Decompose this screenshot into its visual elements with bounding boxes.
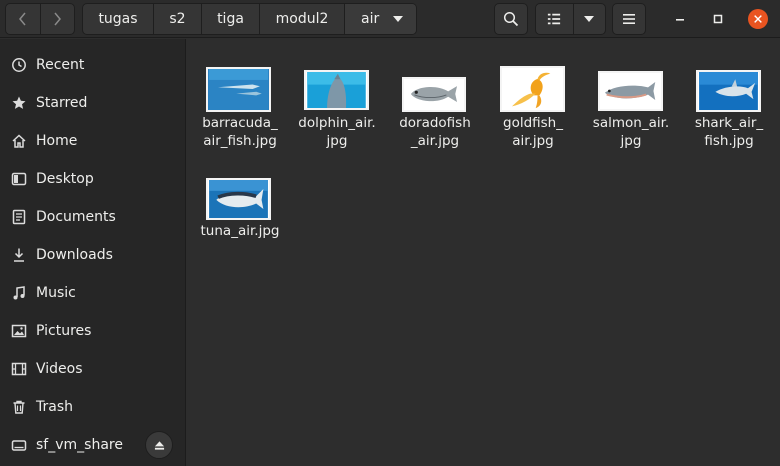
search-icon	[503, 11, 519, 27]
document-icon	[11, 209, 27, 225]
breadcrumb-label: tugas	[98, 11, 138, 27]
breadcrumb-label: air	[361, 11, 380, 27]
go-forward-icon	[54, 12, 62, 26]
sidebar: Recent Starred Home Desktop Documents Do…	[0, 39, 186, 466]
file-thumbnail[interactable]	[598, 71, 663, 111]
search-button[interactable]	[494, 3, 528, 35]
file-name[interactable]: doradofish _air.jpg	[385, 114, 485, 150]
sidebar-item-pictures[interactable]: Pictures	[0, 312, 186, 350]
sidebar-item-documents[interactable]: Documents	[0, 198, 186, 236]
maximize-button[interactable]	[708, 9, 728, 29]
forward-button[interactable]	[39, 4, 75, 34]
star-icon	[11, 95, 27, 111]
breadcrumb-modul2[interactable]: modul2	[259, 4, 344, 34]
sidebar-item-trash[interactable]: Trash	[0, 388, 186, 426]
file-name[interactable]: salmon_air. jpg	[581, 114, 681, 150]
sidebar-item-label: Documents	[36, 209, 116, 225]
sidebar-item-label: Desktop	[36, 171, 94, 187]
trash-icon	[11, 399, 27, 415]
breadcrumb-tiga[interactable]: tiga	[201, 4, 259, 34]
sidebar-item-starred[interactable]: Starred	[0, 84, 186, 122]
goldfish-image	[502, 68, 563, 110]
breadcrumb-label: tiga	[217, 11, 244, 27]
sidebar-item-videos[interactable]: Videos	[0, 350, 186, 388]
minimize-icon	[676, 19, 684, 21]
minimize-button[interactable]	[670, 9, 690, 29]
file-thumbnail[interactable]	[500, 66, 565, 112]
dolphin-image	[307, 72, 366, 108]
file-name[interactable]: goldfish_ air.jpg	[483, 114, 583, 150]
download-icon	[11, 247, 27, 263]
list-view-button[interactable]	[536, 4, 573, 34]
list-view-icon	[548, 13, 561, 25]
file-thumbnail[interactable]	[206, 178, 271, 220]
close-icon	[754, 15, 762, 23]
clock-icon	[11, 57, 27, 73]
maximize-icon	[713, 14, 723, 24]
barracuda-image	[208, 69, 269, 110]
desktop-icon	[11, 171, 27, 187]
file-thumbnail[interactable]	[304, 70, 369, 110]
breadcrumb-label: s2	[169, 11, 186, 27]
dorado-fish-image	[405, 79, 463, 110]
view-toggle-group	[535, 3, 606, 35]
breadcrumb-tugas[interactable]: tugas	[83, 4, 153, 34]
sidebar-item-label: Starred	[36, 95, 88, 111]
sidebar-item-label: Trash	[36, 399, 73, 415]
home-icon	[11, 133, 27, 149]
sidebar-item-label: Recent	[36, 57, 85, 73]
sidebar-item-label: Home	[36, 133, 78, 149]
sidebar-item-downloads[interactable]: Downloads	[0, 236, 186, 274]
close-button[interactable]	[748, 9, 768, 29]
video-icon	[11, 361, 27, 377]
view-options-button[interactable]	[572, 4, 605, 34]
music-icon	[11, 285, 27, 301]
sidebar-item-label: Downloads	[36, 247, 113, 263]
hamburger-menu-icon	[623, 14, 635, 24]
sidebar-item-home[interactable]: Home	[0, 122, 186, 160]
picture-icon	[11, 323, 27, 339]
file-thumbnail[interactable]	[206, 67, 271, 112]
sidebar-item-label: Music	[36, 285, 76, 301]
sidebar-item-music[interactable]: Music	[0, 274, 186, 312]
eject-button[interactable]	[145, 431, 173, 459]
sidebar-item-label: sf_vm_share	[36, 437, 123, 453]
sidebar-item-label: Pictures	[36, 323, 92, 339]
file-name[interactable]: barracuda_ air_fish.jpg	[190, 114, 290, 150]
sidebar-item-recent[interactable]: Recent	[0, 46, 186, 84]
drive-icon	[11, 437, 27, 453]
chevron-down-icon[interactable]	[393, 16, 404, 22]
shark-image	[699, 72, 758, 110]
main-menu-button[interactable]	[612, 3, 646, 35]
sidebar-item-desktop[interactable]: Desktop	[0, 160, 186, 198]
breadcrumb-air[interactable]: air	[344, 4, 416, 34]
breadcrumb-s2[interactable]: s2	[153, 4, 201, 34]
file-thumbnail[interactable]	[696, 70, 761, 112]
sidebar-item-label: Videos	[36, 361, 83, 377]
breadcrumb: tugas s2 tiga modul2 air	[82, 3, 417, 35]
back-button[interactable]	[6, 4, 40, 34]
file-name[interactable]: shark_air_ fish.jpg	[679, 114, 779, 150]
file-grid: barracuda_ air_fish.jpg dolphin_air. jpg…	[187, 39, 780, 466]
tuna-image	[209, 180, 268, 218]
eject-icon	[154, 440, 164, 450]
salmon-image	[601, 73, 660, 109]
file-name[interactable]: tuna_air.jpg	[190, 222, 290, 240]
breadcrumb-label: modul2	[275, 11, 329, 27]
go-back-icon	[18, 12, 26, 26]
chevron-down-icon	[584, 16, 595, 22]
header-bar: tugas s2 tiga modul2 air	[0, 0, 780, 38]
navigation-buttons	[5, 3, 75, 35]
file-name[interactable]: dolphin_air. jpg	[287, 114, 387, 150]
file-thumbnail[interactable]	[402, 77, 466, 112]
